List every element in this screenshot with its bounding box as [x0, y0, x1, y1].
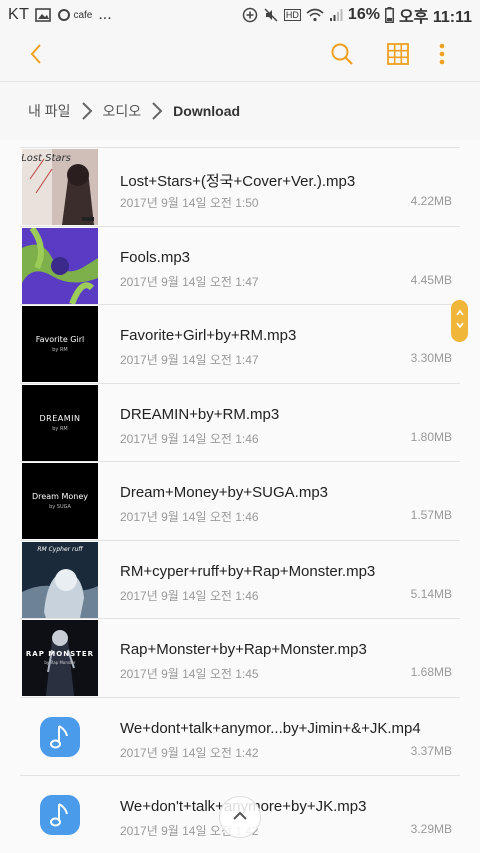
art-subtitle: by RM: [52, 347, 68, 353]
file-size: 4.22MB: [410, 194, 452, 208]
chevron-up-icon: [232, 808, 248, 826]
search-button[interactable]: [328, 42, 356, 70]
art-title: RM Cypher ruff: [37, 545, 83, 553]
file-list[interactable]: Lost Stars Lost+Stars+(정국+Cover+Ver.).mp…: [0, 140, 480, 853]
back-button[interactable]: [22, 42, 50, 70]
file-name: Favorite+Girl+by+RM.mp3: [120, 327, 297, 344]
data-saver-icon: [242, 7, 258, 23]
app-toolbar: [0, 30, 480, 82]
art-title: Dream Money: [32, 492, 88, 501]
breadcrumb: 내 파일 오디오 Download: [0, 82, 480, 140]
signal-icon: [329, 8, 343, 22]
list-item[interactable]: Lost Stars Lost+Stars+(정국+Cover+Ver.).mp…: [20, 147, 460, 226]
gallery-icon: [35, 8, 52, 22]
breadcrumb-audio[interactable]: 오디오: [103, 101, 142, 121]
grid-view-icon: [387, 42, 409, 70]
music-note-icon: [40, 795, 80, 835]
cafe-icon: [57, 8, 71, 22]
list-item[interactable]: Fools.mp3 2017년 9월 14일 오전 1:47 4.45MB: [20, 225, 460, 305]
file-size: 3.30MB: [410, 351, 452, 365]
art-title: Favorite Girl: [35, 335, 85, 344]
list-item[interactable]: RAP MONSTER by Rap Monster Rap+Monster+b…: [20, 618, 460, 697]
grid-view-button[interactable]: [384, 42, 412, 70]
fast-scroll-handle[interactable]: [451, 300, 468, 342]
file-date: 2017년 9월 14일 오전 1:46: [120, 431, 259, 446]
file-size: 1.57MB: [410, 508, 452, 522]
art-title: RAP MONSTER: [25, 650, 95, 658]
dream-money-art: Dream Money by SUGA: [22, 463, 98, 539]
wifi-icon: [306, 8, 324, 22]
rap-monster-art: RAP MONSTER by Rap Monster: [22, 620, 98, 696]
art-subtitle: by Rap Monster: [44, 660, 76, 665]
file-date: 2017년 9월 14일 오전 1:50: [120, 196, 259, 210]
scroll-to-top-button[interactable]: [219, 796, 261, 838]
hd-voice-icon: HD: [283, 9, 301, 21]
art-subtitle: by RM: [52, 425, 68, 432]
chevron-right-icon: [151, 101, 163, 121]
file-name: DREAMIN+by+RM.mp3: [120, 405, 280, 423]
status-bar: KT cafe ... HD 16% 오후 11:11: [0, 0, 480, 30]
list-item[interactable]: Dream Money by SUGA Dream+Money+by+SUGA.…: [20, 461, 460, 540]
art-title: Lost Stars: [22, 153, 71, 164]
breadcrumb-download: Download: [173, 103, 241, 119]
search-icon: [330, 42, 354, 71]
file-date: 2017년 9월 14일 오전 1:45: [120, 667, 259, 681]
list-item[interactable]: We+dont+talk+anymor...by+Jimin+&+JK.mp4 …: [20, 696, 460, 776]
music-note-icon: [40, 716, 80, 757]
file-name: Fools.mp3: [120, 248, 191, 266]
favorite-girl-art: Favorite Girl by RM: [22, 306, 98, 382]
more-options-button[interactable]: [428, 42, 456, 70]
file-date: 2017년 9월 14일 오전 1:46: [120, 510, 259, 524]
carrier-label: KT: [8, 6, 30, 23]
chevron-left-icon: [29, 43, 43, 70]
more-notifications: ...: [98, 6, 112, 23]
file-size: 4.45MB: [410, 272, 452, 287]
file-date: 2017년 9월 14일 오전 1:46: [120, 588, 259, 603]
file-name: We+don't+talk+anymore+by+JK.mp3: [120, 798, 456, 815]
battery-percent: 16%: [347, 6, 380, 23]
file-name: Lost+Stars+(정국+Cover+Ver.).mp3: [120, 173, 356, 190]
file-size: 3.29MB: [410, 822, 452, 836]
cafe-label: cafe: [73, 9, 93, 21]
file-name: Dream+Money+by+SUGA.mp3: [120, 484, 329, 501]
rm-cypher-art: RM Cypher ruff: [22, 541, 98, 618]
fast-scroll-icon: [455, 306, 465, 337]
breadcrumb-my-files[interactable]: 내 파일: [28, 101, 71, 121]
list-item[interactable]: DREAMIN by RM DREAMIN+by+RM.mp3 2017년 9월…: [20, 382, 460, 462]
lost-stars-art: Lost Stars: [22, 149, 98, 225]
more-vert-icon: [439, 43, 445, 70]
file-size: 5.14MB: [410, 586, 452, 601]
battery-icon: [384, 7, 394, 23]
file-date: 2017년 9월 14일 오전 1:47: [120, 353, 259, 367]
file-date: 2017년 9월 14일 오전 1:42: [120, 745, 259, 760]
list-item[interactable]: RM Cypher ruff RM+cyper+ruff+by+Rap+Mons…: [20, 539, 460, 619]
clock: 오후 11:11: [398, 9, 472, 26]
art-subtitle: by SUGA: [49, 504, 71, 510]
fools-art: [22, 227, 98, 304]
dreamin-art: DREAMIN by RM: [22, 384, 98, 461]
list-item[interactable]: Favorite Girl by RM Favorite+Girl+by+RM.…: [20, 304, 460, 383]
mute-icon: [263, 7, 279, 23]
file-size: 1.80MB: [410, 429, 452, 444]
file-date: 2017년 9월 14일 오전 1:47: [120, 274, 259, 289]
file-size: 3.37MB: [410, 743, 452, 758]
file-name: RM+cyper+ruff+by+Rap+Monster.mp3: [120, 562, 376, 580]
chevron-right-icon: [81, 101, 93, 121]
file-name: Rap+Monster+by+Rap+Monster.mp3: [120, 641, 367, 658]
art-title: DREAMIN: [39, 413, 81, 423]
file-size: 1.68MB: [410, 665, 452, 679]
file-name: We+dont+talk+anymor...by+Jimin+&+JK.mp4: [120, 719, 421, 737]
